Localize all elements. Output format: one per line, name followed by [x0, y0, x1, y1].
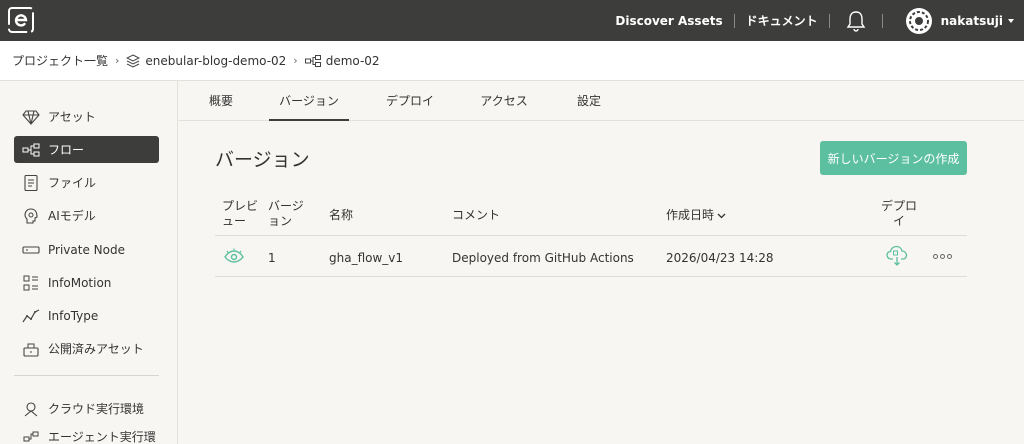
- sidebar-item-label: エージェント実行環: [48, 430, 156, 444]
- sidebar-item-label: ファイル: [48, 176, 97, 190]
- column-header-text: ュー: [222, 214, 247, 228]
- flow-icon: [304, 54, 321, 67]
- dot-icon: [940, 254, 945, 259]
- bell-icon[interactable]: [845, 9, 867, 33]
- sidebar-item-label: Private Node: [48, 242, 125, 257]
- sidebar-item-label: InfoMotion: [48, 275, 112, 290]
- avatar-pattern-icon: [908, 10, 929, 31]
- breadcrumb-separator: ›: [115, 54, 120, 67]
- tab-bar: 概要 バージョン デプロイ アクセス 設定: [179, 81, 1024, 121]
- sidebar-item-cloud-execution[interactable]: クラウド実行環境: [14, 395, 159, 422]
- top-bar-divider: [733, 13, 735, 28]
- sidebar-item-flow[interactable]: フロー: [14, 136, 159, 163]
- docs-link[interactable]: ドキュメント: [746, 12, 818, 29]
- sidebar-divider: [14, 375, 159, 376]
- dot-icon: [933, 254, 938, 259]
- chevron-down-icon[interactable]: [1008, 18, 1014, 23]
- tab-deploy[interactable]: デプロイ: [379, 81, 441, 121]
- sidebar-item-label: クラウド実行環境: [48, 402, 145, 416]
- column-header-created[interactable]: 作成日時: [666, 208, 726, 223]
- sidebar-item-assets[interactable]: アセット: [14, 103, 159, 130]
- private-node-icon: [22, 245, 40, 254]
- file-icon: [24, 174, 38, 191]
- dot-icon: [947, 254, 952, 259]
- breadcrumb-flow-label: demo-02: [325, 53, 380, 68]
- breadcrumb-project-list[interactable]: プロジェクト一覧: [12, 52, 108, 69]
- sidebar-item-label: 公開済みアセット: [48, 342, 144, 356]
- deploy-cloud-icon[interactable]: [886, 245, 910, 267]
- breadcrumb: プロジェクト一覧 › enebular-blog-demo-02 › demo-…: [0, 41, 1024, 81]
- column-header-preview: プレビ ュー: [222, 199, 258, 229]
- top-bar-divider: [881, 13, 883, 28]
- cell-version: 1: [268, 251, 276, 265]
- column-header-version: バージ ョン: [268, 199, 304, 229]
- column-header-text: デプロ: [881, 199, 918, 213]
- tab-access[interactable]: アクセス: [474, 81, 534, 121]
- enebular-logo-icon[interactable]: [8, 7, 34, 33]
- published-asset-icon: [23, 343, 39, 357]
- page-title: バージョン: [215, 149, 310, 171]
- layers-icon: [126, 53, 141, 68]
- table-header-divider: [215, 235, 967, 236]
- sidebar-item-infomotion[interactable]: InfoMotion: [14, 269, 159, 296]
- sidebar-item-files[interactable]: ファイル: [14, 169, 159, 196]
- breadcrumb-separator: ›: [293, 54, 298, 67]
- sidebar-item-label: フロー: [48, 143, 85, 157]
- column-header-text: プレビ: [222, 199, 259, 213]
- breadcrumb-project-label: enebular-blog-demo-02: [145, 53, 287, 68]
- username[interactable]: nakatsuji: [941, 14, 1003, 28]
- flow-icon: [22, 143, 40, 156]
- avatar[interactable]: [905, 7, 932, 34]
- column-header-text: ョン: [268, 214, 293, 228]
- breadcrumb-project[interactable]: enebular-blog-demo-02: [126, 54, 286, 68]
- sidebar-item-infotype[interactable]: InfoType: [14, 302, 159, 329]
- tab-versions[interactable]: バージョン: [269, 81, 349, 121]
- agent-execution-icon: [23, 431, 39, 441]
- breadcrumb-flow[interactable]: demo-02: [304, 53, 380, 68]
- sidebar-item-label: AIモデル: [48, 209, 96, 223]
- sidebar: アセット フロー ファイル AIモデル Private Node InfoMot…: [0, 81, 178, 444]
- more-options-button[interactable]: [933, 254, 952, 259]
- infomotion-icon: [23, 275, 38, 290]
- sidebar-item-label: アセット: [48, 110, 96, 124]
- diamond-icon: [22, 109, 40, 125]
- main-content: 概要 バージョン デプロイ アクセス 設定 バージョン 新しいバージョンの作成 …: [179, 81, 1024, 444]
- sidebar-item-agent-execution[interactable]: エージェント実行環: [14, 423, 159, 444]
- column-header-text: イ: [892, 214, 905, 228]
- table-row-divider: [215, 276, 967, 277]
- top-bar: Discover Assets ドキュメント nakatsuji: [0, 0, 1024, 41]
- column-header-name: 名称: [329, 208, 354, 222]
- top-bar-right: Discover Assets ドキュメント nakatsuji: [615, 0, 1014, 41]
- ai-model-icon: [24, 207, 38, 224]
- column-header-text: 作成日時: [666, 208, 715, 222]
- eye-icon[interactable]: [223, 248, 245, 264]
- cloud-execution-icon: [24, 401, 38, 416]
- chevron-down-icon: [717, 213, 726, 218]
- cell-created: 2026/04/23 14:28: [666, 251, 774, 265]
- tab-overview[interactable]: 概要: [201, 81, 241, 121]
- tab-settings[interactable]: 設定: [569, 81, 609, 121]
- column-header-comment: コメント: [452, 208, 501, 222]
- sidebar-item-ai-model[interactable]: AIモデル: [14, 202, 159, 229]
- infotype-icon: [22, 308, 40, 322]
- create-version-button[interactable]: 新しいバージョンの作成: [820, 141, 967, 175]
- sidebar-item-private-node[interactable]: Private Node: [14, 236, 159, 263]
- cell-name: gha_flow_v1: [329, 251, 404, 265]
- sidebar-item-published-assets[interactable]: 公開済みアセット: [14, 335, 159, 362]
- discover-assets-link[interactable]: Discover Assets: [615, 14, 722, 28]
- column-header-text: バージ: [268, 199, 304, 213]
- cell-comment: Deployed from GitHub Actions: [452, 251, 634, 265]
- top-bar-divider: [828, 13, 830, 28]
- sidebar-item-label: InfoType: [48, 308, 99, 323]
- column-header-deploy: デプロ イ: [881, 199, 917, 229]
